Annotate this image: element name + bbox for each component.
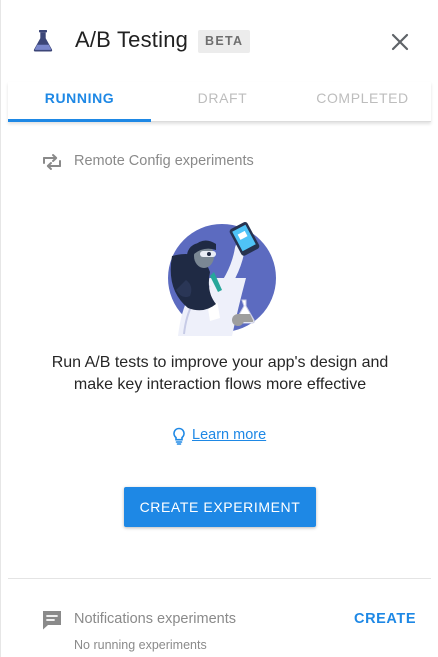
page-title: A/B Testing <box>75 27 189 52</box>
tab-running[interactable]: RUNNING <box>8 90 151 120</box>
lightbulb-icon <box>173 427 185 445</box>
create-experiment-button[interactable]: CREATE EXPERIMENT <box>124 487 316 527</box>
tab-completed[interactable]: COMPLETED <box>294 90 431 120</box>
notifications-label: Notifications experiments <box>74 611 236 627</box>
panel-header: A/B Testing BETA <box>1 0 438 82</box>
empty-state-message: Run A/B tests to improve your app's desi… <box>51 354 389 393</box>
ab-testing-panel: A/B Testing BETA RUNNING DRAFT COMPLETED… <box>0 0 438 657</box>
beta-badge: BETA <box>198 30 251 53</box>
message-icon <box>43 611 61 630</box>
learn-more-label[interactable]: Learn more <box>192 427 266 443</box>
remote-config-label: Remote Config experiments <box>74 153 254 169</box>
tab-draft[interactable]: DRAFT <box>151 90 294 120</box>
close-icon[interactable] <box>389 31 411 53</box>
flask-icon <box>33 30 53 52</box>
swap-arrows-icon <box>43 154 61 170</box>
notifications-create-button[interactable]: CREATE <box>354 611 416 627</box>
section-divider <box>8 578 431 579</box>
active-tab-indicator <box>8 119 151 122</box>
scientist-illustration <box>168 222 276 336</box>
notifications-status: No running experiments <box>74 638 207 652</box>
tab-bar: RUNNING DRAFT COMPLETED <box>8 82 431 122</box>
